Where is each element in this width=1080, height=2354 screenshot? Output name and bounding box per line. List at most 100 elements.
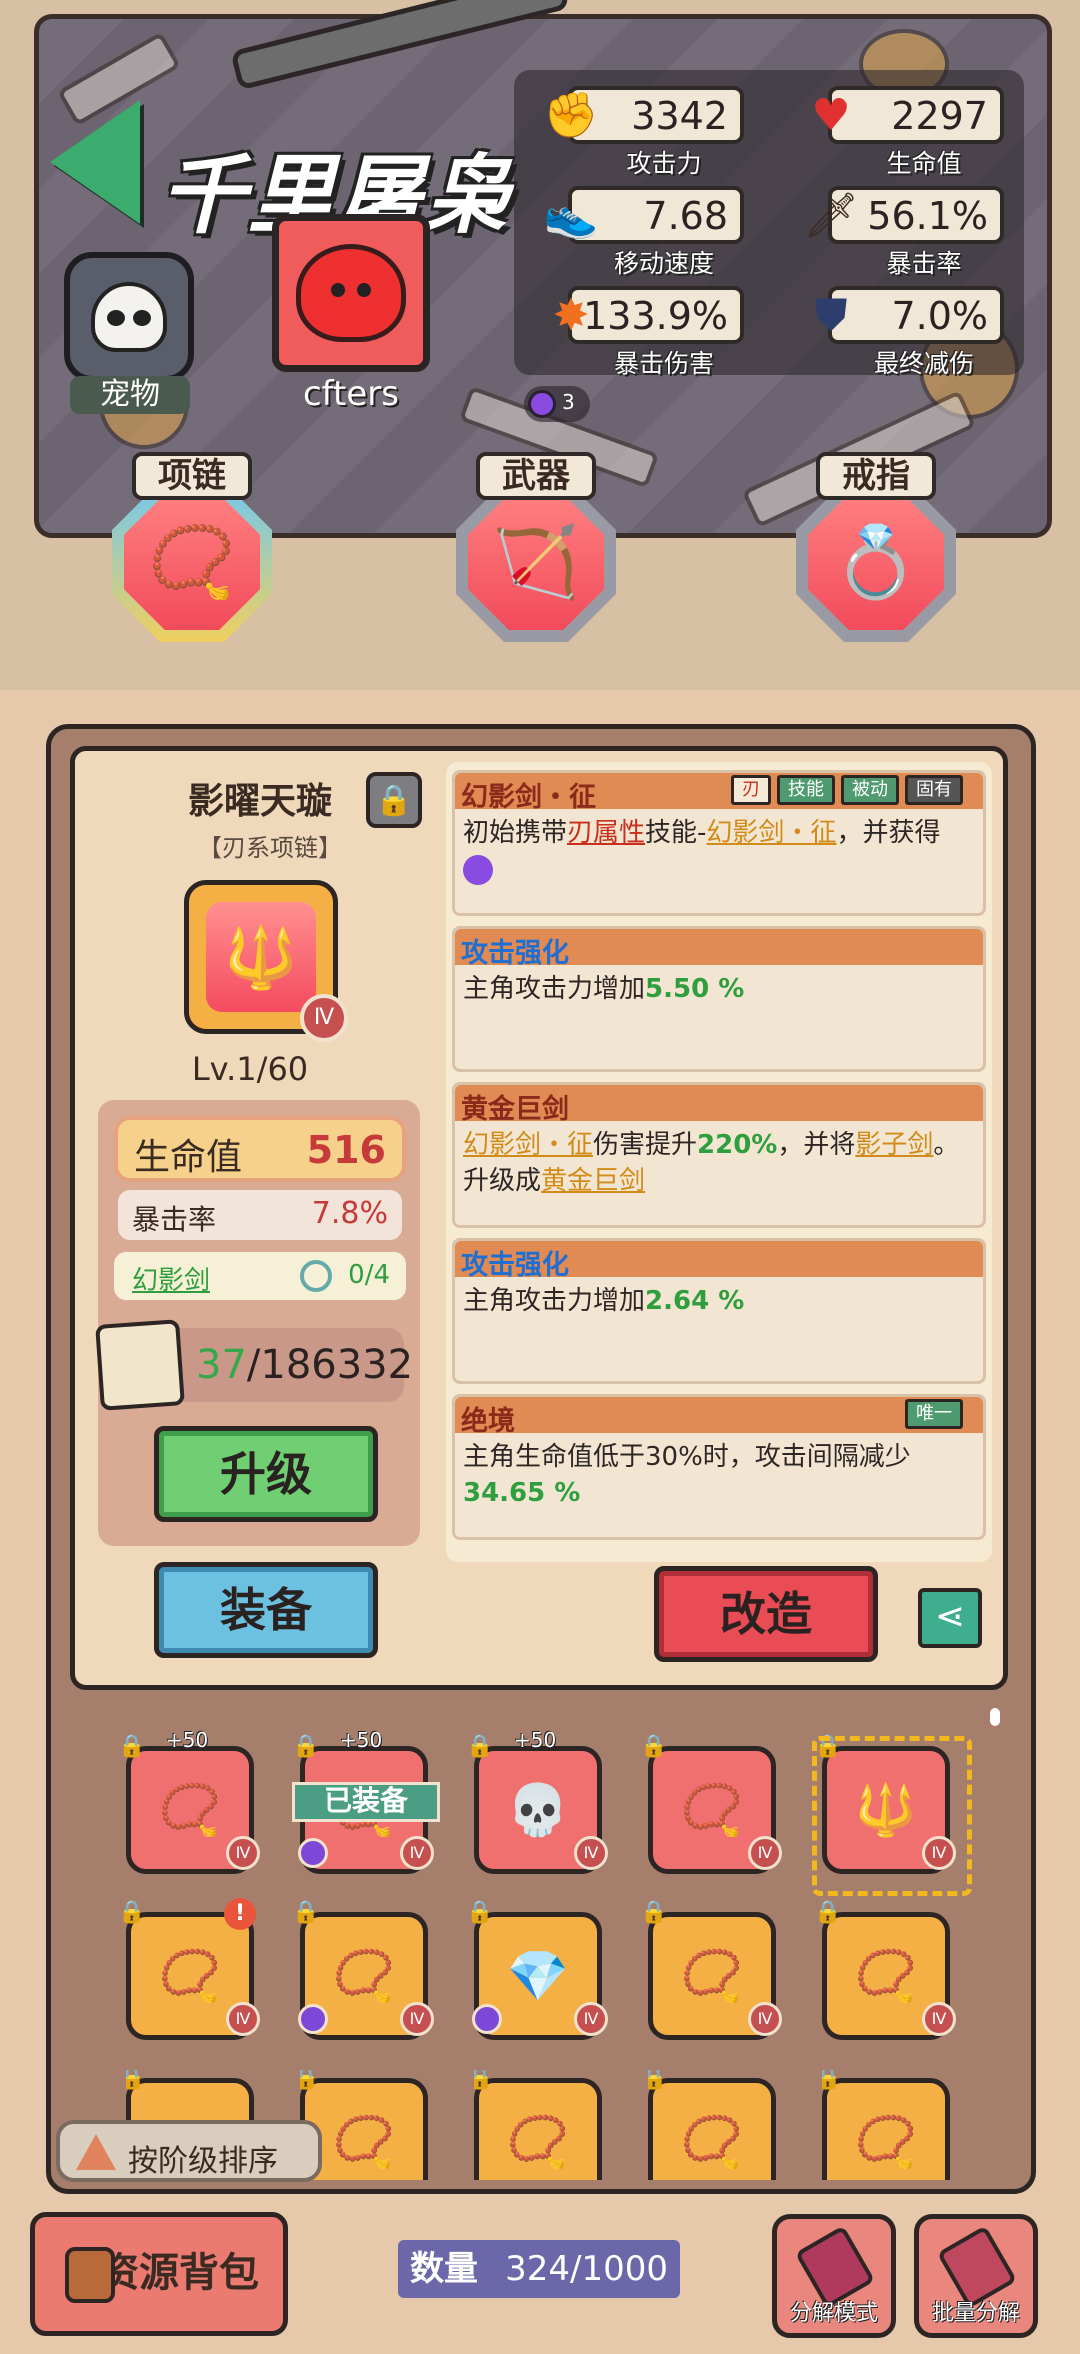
lock-icon: 🔒 (640, 1734, 668, 1759)
affix-header: 攻击强化 (455, 1241, 983, 1281)
pendant-necklace-icon: 📿 (854, 2112, 918, 2171)
spiked-necklace-icon: 📿 (680, 1946, 744, 2005)
pendant-necklace-icon: 🔱 (206, 902, 316, 1012)
affix-keyword[interactable]: 幻影剑・征 (463, 1130, 593, 1160)
necklace-icon: 📿 (680, 1780, 744, 1839)
affix-text: 伤害提升 (593, 1130, 698, 1160)
lock-icon: 🔒 (822, 2070, 842, 2091)
decompose-mode-button[interactable]: 分解模式 (772, 2214, 896, 2338)
stat-label: 最终减伤 (873, 349, 974, 378)
enhance-level: +50 (340, 1728, 383, 1752)
slot-label: 项链 (132, 452, 252, 500)
batch-decompose-button[interactable]: 批量分解 (914, 2214, 1038, 2338)
stat-crit-damage: 133.9% ✸ 暴击伤害 (544, 286, 744, 378)
affix-title: 黄金巨剑 (461, 1094, 569, 1125)
slot-label: 武器 (476, 452, 596, 500)
inventory-item[interactable]: 📿 🔒 +50 已装备 Ⅳ (292, 1728, 440, 1874)
item-level: Lv.1/60 (191, 1050, 309, 1088)
slot-weapon[interactable]: 🏹 武器 (444, 452, 628, 644)
tier-badge: Ⅳ (226, 1836, 260, 1870)
inventory-item[interactable]: 📿 🔒 Ⅳ (292, 1900, 434, 2040)
affix-title: 绝境 (461, 1406, 515, 1437)
affix-card: 幻影剑・征 刃 技能 被动 固有 初始携带刃属性技能-幻影剑・征，并获得 (452, 770, 986, 916)
hp-value: 516 (306, 1128, 386, 1172)
necklace-icon: 📿 (506, 2112, 570, 2171)
affix-text: 升级成 (463, 1166, 542, 1196)
badge-skill: 技能 (777, 775, 835, 805)
affix-badges: 刃 技能 被动 固有 (731, 775, 963, 805)
fist-icon: ✊ (543, 90, 599, 141)
affix-header: 绝境 唯一 (455, 1397, 983, 1437)
resource-bag-button[interactable]: 资源背包 (30, 2212, 288, 2336)
stat-damage-reduction: 7.0% ⛊ 最终减伤 (804, 286, 1004, 378)
sort-by-tier-button[interactable]: 按阶级排序 (56, 2120, 322, 2182)
inventory-item[interactable]: 📿 🔒 (822, 2070, 956, 2180)
inventory-count: 数量 324/1000 (398, 2240, 680, 2298)
item-hp-row: 生命值 516 (114, 1116, 406, 1182)
count-label: 数量 (410, 2249, 478, 2289)
triangle-sort-icon (76, 2134, 116, 2170)
slot-ring[interactable]: 💍 戒指 (784, 452, 968, 644)
affix-body: 主角生命值低于30%时，攻击间隔减少 34.65 % (455, 1433, 983, 1517)
lock-button[interactable]: 🔒 (366, 772, 422, 828)
equip-button[interactable]: 装备 (154, 1562, 378, 1658)
item-type: 【刃系项链】 (198, 834, 342, 862)
skull-necklace-icon: 💀 (506, 1780, 570, 1839)
badge-passive: 被动 (841, 775, 899, 805)
username: cfters (302, 374, 399, 414)
crit-label: 暴击率 (132, 1203, 217, 1236)
inventory-item[interactable]: 📿 🔒 Ⅳ (814, 1900, 956, 2040)
player-avatar[interactable] (272, 214, 430, 372)
tier-badge: Ⅳ (400, 1836, 434, 1870)
stat-move-speed: 7.68 👟 移动速度 (544, 186, 744, 278)
affix-text: 初始携带 (463, 818, 568, 848)
affix-keyword[interactable]: 影子剑 (855, 1130, 933, 1160)
purple-gem-icon (298, 1838, 328, 1868)
material-count: 37/186332 (196, 1342, 413, 1388)
reforge-button[interactable]: 改造 (654, 1566, 878, 1662)
skill-name-link[interactable]: 幻影剑 (132, 1260, 210, 1297)
tier-badge: Ⅳ (574, 1836, 608, 1870)
inventory-item[interactable]: 📿 🔒 (648, 2070, 782, 2180)
scroll-indicator[interactable] (990, 1708, 1000, 1726)
stat-label: 暴击率 (886, 249, 962, 278)
lock-icon: 🔒 (640, 1900, 668, 1925)
tier-badge: Ⅳ (748, 2002, 782, 2036)
inventory-item[interactable]: 📿 🔒 Ⅳ (640, 1734, 782, 1874)
affix-header: 黄金巨剑 (455, 1085, 983, 1125)
inventory-item-selected[interactable]: 🔱 🔒 Ⅳ (812, 1734, 972, 1896)
back-button[interactable] (50, 100, 160, 230)
gem-count: 3 (562, 390, 575, 414)
material-have: 37 (196, 1342, 247, 1388)
affix-text: ，并获得 (836, 818, 941, 848)
stat-label: 生命值 (886, 149, 962, 178)
inventory-item[interactable]: 📿 🔒 ! Ⅳ (118, 1898, 260, 2040)
share-button[interactable]: ⋖ (918, 1588, 982, 1648)
crystal-necklace-icon: 💎 (506, 1946, 570, 2005)
batch-label: 批量分解 (931, 2301, 1020, 2326)
affix-body: 幻影剑・征伤害提升220%，并将影子剑。 升级成黄金巨剑 (455, 1121, 983, 1205)
lock-icon: 🔒 (292, 1734, 320, 1759)
affix-text: 。 (933, 1130, 960, 1160)
inventory-item[interactable]: 💎 🔒 Ⅳ (466, 1900, 608, 2040)
slot-necklace[interactable]: 📿 项链 (100, 452, 284, 644)
stat-hp: 2297 ♥ 生命值 (804, 86, 1004, 178)
inventory-item[interactable]: 💀 🔒 +50 Ⅳ (466, 1728, 608, 1874)
necklace-icon: 📿 (124, 494, 260, 630)
inventory-item[interactable]: 📿 🔒 (474, 2070, 608, 2180)
necklace-icon: 📿 (332, 2112, 396, 2171)
affix-header: 攻击强化 (455, 929, 983, 969)
pet-label: 宠物 (70, 376, 190, 414)
affix-keyword[interactable]: 幻影剑・征 (706, 818, 836, 848)
affix-text: 主角攻击力增加 (463, 974, 646, 1004)
inventory-item[interactable]: 📿 🔒 Ⅳ (640, 1900, 782, 2040)
affix-keyword[interactable]: 黄金巨剑 (541, 1166, 645, 1196)
count-value: 324/1000 (505, 2249, 668, 2289)
lock-icon: 🔒 (300, 2070, 320, 2091)
skill-progress-row[interactable]: 幻影剑 0/4 (114, 1252, 406, 1300)
upgrade-button[interactable]: 升级 (154, 1426, 378, 1522)
affix-text: 主角生命值低于30%时，攻击间隔减少 (463, 1442, 911, 1472)
lock-icon: 🔒 (814, 1734, 842, 1759)
inventory-item[interactable]: 📿 🔒 +50 Ⅳ (118, 1728, 260, 1874)
pet-slot[interactable] (64, 252, 194, 382)
